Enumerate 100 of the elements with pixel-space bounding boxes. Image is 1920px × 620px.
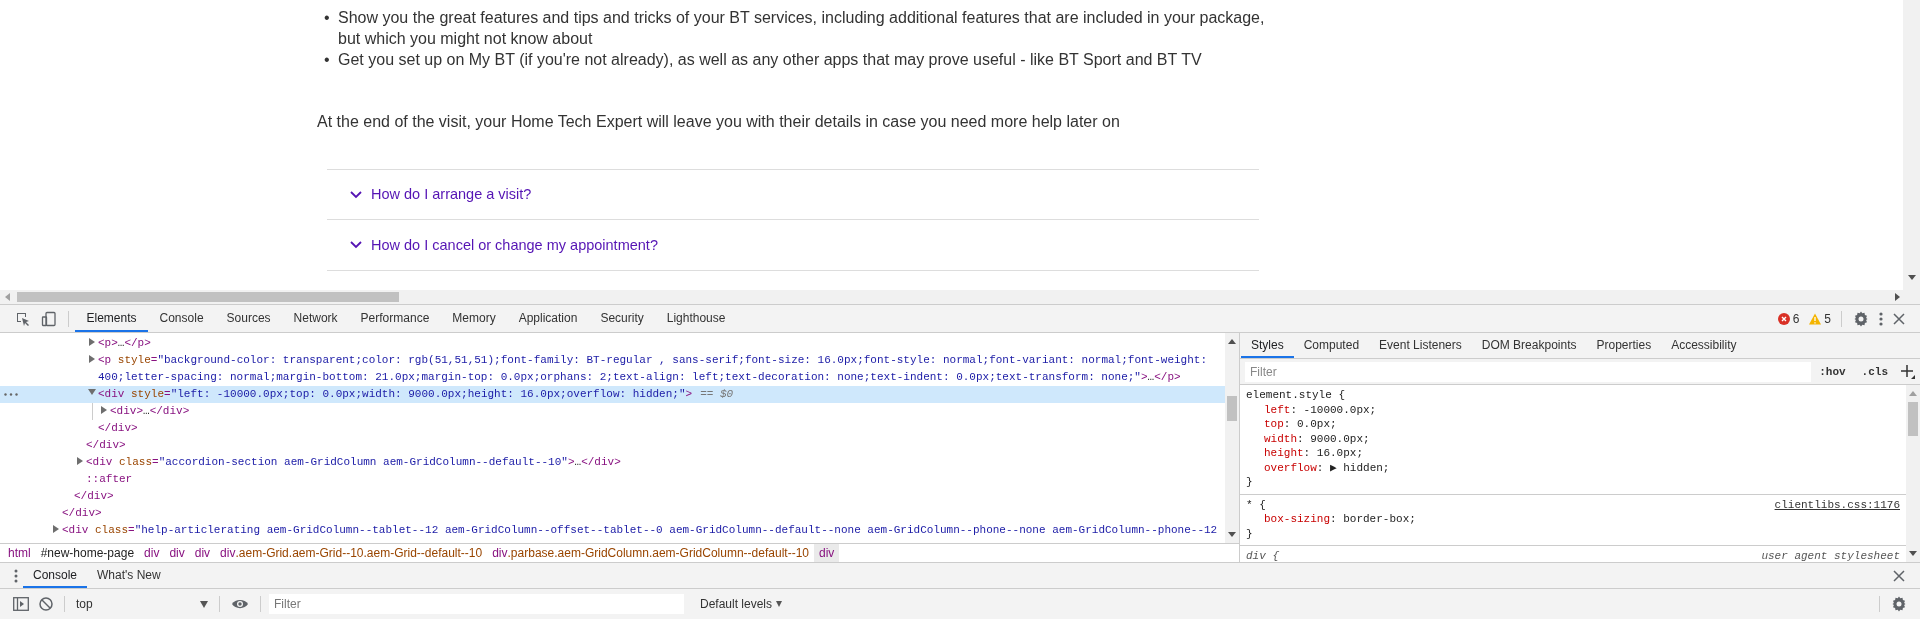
markup-line: </div>: [62, 507, 102, 519]
breadcrumb[interactable]: #new-home-page: [35, 544, 140, 562]
markup-line: </div>: [74, 490, 114, 502]
toolbar-button[interactable]: .cls: [1853, 365, 1896, 378]
tab[interactable]: DOM Breakpoints: [1471, 333, 1587, 358]
markup-line: <p style="background-color: transparent;color: rgb(51,51,51);font-family: BT-regular , sans-serif;font-size: 16.0px;font-style: normal;font-variant: normal;font-weight: 400;letter-spacing: normal;margin-bottom: 21.0px;margin-top: 0.0px;orphans: 2;text-align: left;text-decoration: none;text-indent: 0.0px;text-transform: none;">…</p>: [98, 354, 1208, 383]
tab[interactable]: Application: [507, 305, 589, 332]
scrollbar-thumb[interactable]: [1908, 402, 1918, 436]
settings-icon[interactable]: [1853, 310, 1869, 327]
scrollbar-thumb[interactable]: [1227, 396, 1237, 421]
markup-line: <div style="left: -10000.0px;top: 0.0px;width: 9000.0px;height: 16.0px;overflow: hidden;">: [98, 388, 693, 400]
dom-tree-row[interactable]: <div class="help-articlerating aem-GridColumn--tablet--12 aem-GridColumn--offset--tablet--0 aem-GridColumn--default--none aem-GridColumn--phone--none aem-GridColumn--phone--12: [0, 522, 1225, 539]
markup-line: <div class="help-articlerating aem-GridColumn--tablet--12 aem-GridColumn--offset--tablet--0 aem-GridColumn--default--none aem-GridColumn--phone--none aem-GridColumn--phone--12: [62, 524, 1218, 536]
tab[interactable]: Memory: [440, 305, 508, 332]
scrollbar[interactable]: [1906, 385, 1920, 562]
tab[interactable]: Performance: [349, 305, 441, 332]
tab[interactable]: Console: [148, 305, 216, 332]
markup-line: <div>…</div>: [110, 405, 190, 417]
tab[interactable]: Lighthouse: [655, 305, 737, 332]
caret-icon: [200, 600, 208, 608]
list-item-text: Show you the great features and tips and tricks of your BT services, including additional features that are included in your package, but which you might not know about: [338, 8, 1266, 49]
sidebar-icon[interactable]: [13, 597, 29, 611]
inspect-icon[interactable]: [15, 310, 31, 327]
dom-tree-row[interactable]: </div>: [0, 505, 1225, 522]
tab[interactable]: Accessibility: [1661, 333, 1747, 358]
dom-tree-row[interactable]: </div>: [0, 437, 1225, 454]
dom-tree-row[interactable]: ::after: [0, 471, 1225, 488]
scroll-down-icon[interactable]: [1228, 532, 1236, 537]
toolbar-button[interactable]: :hov: [1811, 365, 1854, 378]
markup-line: <p>…</p>: [98, 337, 151, 349]
close-icon[interactable]: [1893, 569, 1905, 582]
tab[interactable]: Elements: [75, 305, 149, 332]
breadcrumb[interactable]: div: [139, 544, 165, 562]
tab[interactable]: Sources: [215, 305, 283, 332]
css-declaration[interactable]: top: 0.0px;: [1246, 417, 1906, 432]
scrollbar[interactable]: [1903, 0, 1920, 290]
eye-icon[interactable]: [231, 598, 249, 610]
markup-line: <div class="accordion-section aem-GridColumn aem-GridColumn--default--10">…</div>: [86, 456, 621, 468]
context-select[interactable]: top: [71, 597, 213, 611]
filter-field[interactable]: Filter: [269, 594, 684, 614]
breadcrumb[interactable]: div.parbase.aem-GridColumn.aem-GridColumn--default--10: [487, 544, 814, 562]
breadcrumb[interactable]: div: [164, 544, 190, 562]
error-icon: [1777, 312, 1790, 325]
tab[interactable]: What's New: [87, 563, 171, 588]
filter-field[interactable]: Filter: [1245, 361, 1812, 382]
scroll-down-icon[interactable]: [1907, 275, 1916, 280]
more-icon[interactable]: [4, 393, 18, 396]
scroll-up-icon[interactable]: [1228, 339, 1236, 344]
css-declaration[interactable]: height: 16.0px;: [1246, 446, 1906, 461]
add-rule-icon[interactable]: [1901, 364, 1915, 379]
scroll-down-icon[interactable]: [1909, 551, 1917, 556]
dom-tree-row[interactable]: <div class="accordion-section aem-GridColumn aem-GridColumn--default--10">…</div>: [0, 454, 1225, 471]
expand-arrow-icon[interactable]: [89, 338, 95, 346]
breadcrumb[interactable]: div.aem-Grid.aem-Grid--10.aem-Grid--default--10: [215, 544, 488, 562]
css-selector: element.style {: [1246, 388, 1346, 403]
close-icon[interactable]: [1893, 312, 1905, 325]
scroll-right-icon[interactable]: [1895, 293, 1900, 301]
closing-brace: }: [1246, 526, 1254, 541]
settings-icon[interactable]: [1891, 596, 1907, 612]
more-icon[interactable]: [14, 568, 18, 583]
dom-tree-row[interactable]: </div>: [0, 420, 1225, 437]
source-link[interactable]: clientlibs.css:1176: [1774, 497, 1900, 512]
accordion-item[interactable]: How do I arrange a visit?: [327, 169, 1259, 219]
tab[interactable]: Security: [588, 305, 656, 332]
css-declaration[interactable]: width: 9000.0px;: [1246, 431, 1906, 446]
expand-arrow-icon[interactable]: [88, 389, 96, 395]
css-selector: * {: [1246, 497, 1266, 512]
chevron-icon: [350, 190, 362, 199]
dom-tree-row[interactable]: <div style="left: -10000.0px;top: 0.0px;width: 9000.0px;height: 16.0px;overflow: hidden;"> == $0: [0, 386, 1225, 403]
scrollbar[interactable]: [0, 290, 1920, 305]
clear-console-icon[interactable]: [39, 597, 53, 611]
closing-brace: }: [1246, 475, 1254, 490]
breadcrumb[interactable]: html: [3, 544, 36, 562]
breadcrumb[interactable]: div: [189, 544, 216, 562]
css-declaration[interactable]: left: -10000.0px;: [1246, 402, 1906, 417]
tab[interactable]: Properties: [1586, 333, 1662, 358]
accordion-item[interactable]: How do I cancel or change my appointment?: [327, 219, 1259, 270]
scrollbar-thumb[interactable]: [17, 292, 399, 302]
source-label: user agent stylesheet: [1761, 549, 1900, 562]
expand-arrow-icon[interactable]: [77, 457, 83, 465]
css-selector: div {: [1246, 549, 1279, 562]
levels-dropdown[interactable]: Default levels: [700, 597, 783, 611]
scrollbar[interactable]: [1225, 333, 1239, 543]
bullet: •: [323, 8, 331, 28]
expand-arrow-icon[interactable]: [101, 406, 107, 414]
css-declaration[interactable]: box-sizing: border-box;: [1246, 512, 1906, 527]
tab[interactable]: Computed: [1293, 333, 1370, 358]
bullet: •: [323, 50, 331, 70]
more-icon[interactable]: [1879, 310, 1883, 327]
expand-arrow-icon[interactable]: [89, 355, 95, 363]
breadcrumb[interactable]: div: [814, 544, 840, 562]
css-declaration[interactable]: overflow: ▶ hidden;: [1246, 460, 1906, 475]
dom-tree-row[interactable]: </div>: [0, 488, 1225, 505]
expand-arrow-icon[interactable]: [53, 525, 59, 533]
dom-tree-row[interactable]: <p>…</p>: [0, 335, 1225, 352]
tab[interactable]: Event Listeners: [1369, 333, 1472, 358]
tab[interactable]: Network: [282, 305, 350, 332]
warning-count: 5: [1824, 311, 1831, 326]
device-icon[interactable]: [41, 310, 57, 327]
markup-line: </div>: [86, 439, 126, 451]
